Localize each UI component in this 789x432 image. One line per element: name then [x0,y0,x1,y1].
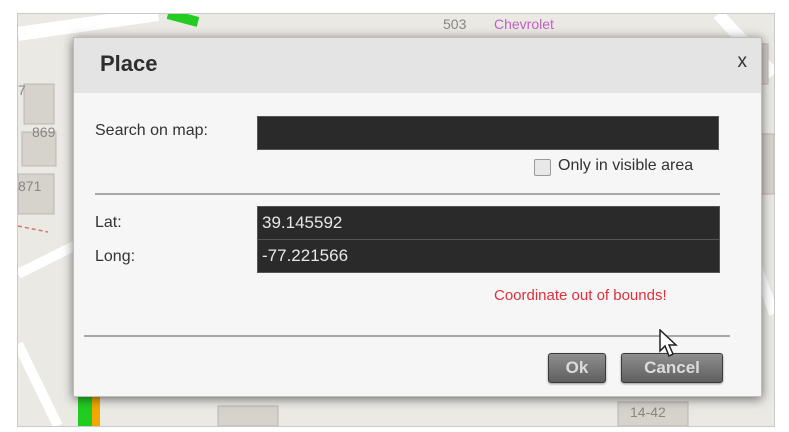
search-label: Search on map: [95,122,208,139]
map-house-number: 14-42 [630,404,666,420]
map-house-number: 871 [18,178,42,194]
dialog-header[interactable]: Place x [74,38,761,93]
map-house-number: 869 [32,124,56,140]
mouse-cursor-icon [659,329,678,358]
lat-label: Lat: [95,214,122,231]
long-label: Long: [95,248,136,265]
lat-input[interactable]: 39.145592 [257,206,720,240]
ok-button[interactable]: Ok [548,353,606,383]
error-message: Coordinate out of bounds! [494,287,667,304]
screenshot-frame: 503 Chevrolet 869 871 7 14-42 Place x Se… [17,13,775,427]
map-house-number: 503 [443,16,467,32]
map-poi-label[interactable]: Chevrolet [494,16,554,32]
dialog-title: Place [100,51,158,76]
visible-area-label[interactable]: Only in visible area [558,157,693,175]
divider [84,335,730,337]
map-house-number: 7 [18,82,26,98]
close-button[interactable]: x [738,51,748,73]
divider [95,193,720,195]
long-input[interactable]: -77.221566 [257,239,720,273]
visible-area-checkbox[interactable] [534,159,551,176]
search-input[interactable] [257,116,719,150]
